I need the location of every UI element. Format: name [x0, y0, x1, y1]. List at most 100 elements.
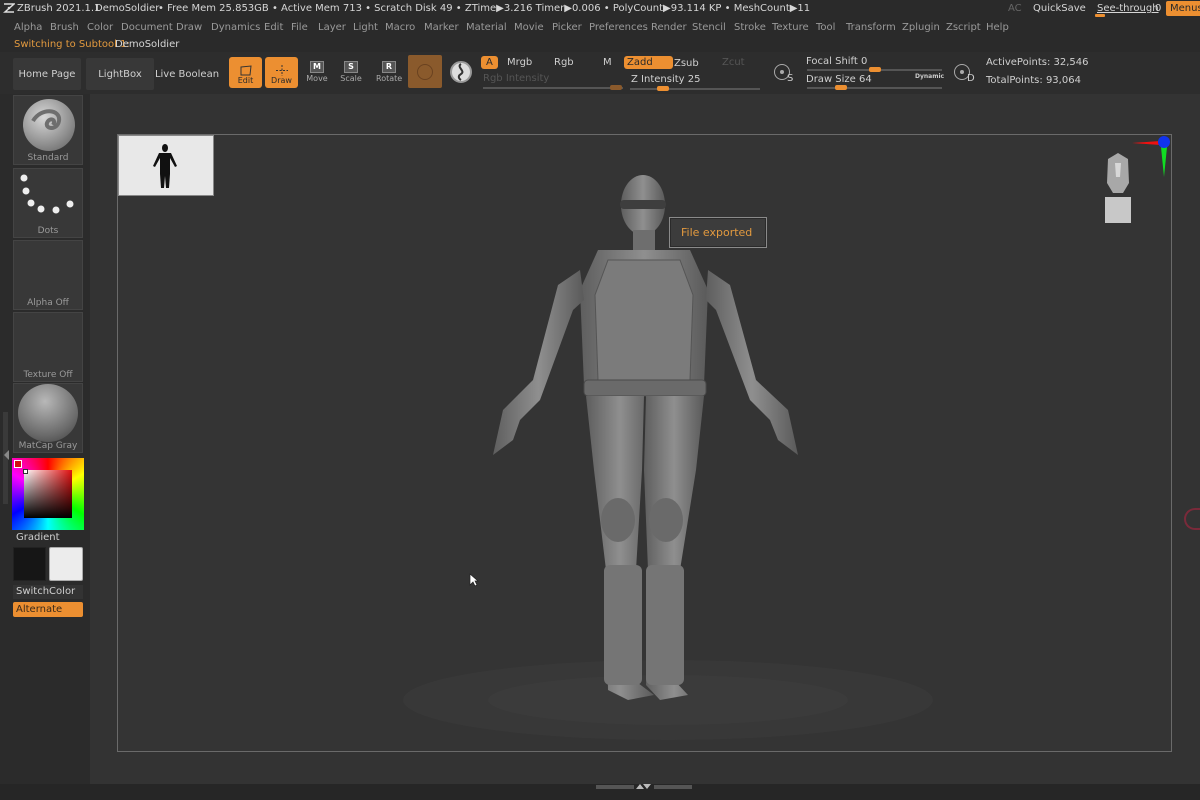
- brush-selector[interactable]: Standard: [13, 95, 83, 165]
- d-key-label: D: [967, 73, 975, 84]
- color-picker-cursor[interactable]: [23, 469, 28, 474]
- menu-color[interactable]: Color: [87, 22, 113, 33]
- zcut-toggle[interactable]: Zcut: [722, 57, 745, 68]
- draw-label: Draw: [271, 76, 292, 85]
- draw-size-slider[interactable]: [807, 85, 942, 91]
- menu-picker[interactable]: Picker: [552, 22, 582, 33]
- gradient-label[interactable]: Gradient: [16, 532, 60, 543]
- bottom-tray: [0, 784, 1200, 800]
- navigation-thumbnail[interactable]: [118, 135, 214, 196]
- home-page-button[interactable]: Home Page: [13, 58, 81, 90]
- menu-render[interactable]: Render: [651, 22, 687, 33]
- menu-file[interactable]: File: [291, 22, 308, 33]
- rotate-button[interactable]: R Rotate: [376, 61, 402, 83]
- z-intensity-knob[interactable]: [656, 86, 669, 91]
- see-through-slider[interactable]: See-through 0: [1093, 0, 1165, 17]
- menus-button[interactable]: Menus: [1166, 1, 1200, 16]
- dynamic-toggle[interactable]: Dynamic: [915, 73, 944, 80]
- draw-icon: [275, 65, 288, 76]
- focal-shift-text: Focal Shift: [806, 56, 858, 67]
- secondary-color-swatch[interactable]: [49, 547, 83, 581]
- scale-button[interactable]: S Scale: [339, 61, 363, 83]
- menu-light[interactable]: Light: [353, 22, 378, 33]
- menu-document[interactable]: Document: [121, 22, 173, 33]
- lazy-mouse-d-button[interactable]: D: [954, 60, 976, 86]
- menu-stencil[interactable]: Stencil: [692, 22, 726, 33]
- menu-movie[interactable]: Movie: [514, 22, 544, 33]
- document-canvas[interactable]: File exported: [117, 134, 1172, 752]
- menu-stroke[interactable]: Stroke: [734, 22, 766, 33]
- tray-expand-down-icon[interactable]: [643, 784, 651, 789]
- menu-tool[interactable]: Tool: [816, 22, 835, 33]
- zbrush-logo-icon: [3, 3, 15, 13]
- standard-brush-icon: [23, 99, 75, 151]
- menu-material[interactable]: Material: [466, 22, 507, 33]
- edit-button[interactable]: Edit: [229, 57, 262, 88]
- color-saturation-square[interactable]: [24, 470, 72, 518]
- rgb-intensity-knob[interactable]: [610, 85, 622, 90]
- main-color-swatch[interactable]: [13, 547, 46, 581]
- move-label: Move: [306, 74, 328, 83]
- quicksave-button[interactable]: QuickSave: [1033, 3, 1086, 14]
- material-selector[interactable]: MatCap Gray: [13, 383, 83, 453]
- stroke-selector[interactable]: Dots: [13, 168, 83, 238]
- draw-size-knob[interactable]: [834, 85, 847, 90]
- menu-brush[interactable]: Brush: [50, 22, 79, 33]
- menu-texture[interactable]: Texture: [772, 22, 809, 33]
- m-toggle[interactable]: M: [603, 57, 612, 68]
- axis-gizmo-icon[interactable]: [1130, 135, 1172, 177]
- menu-transform[interactable]: Transform: [846, 22, 896, 33]
- ac-indicator: AC: [1008, 3, 1022, 14]
- draw-button[interactable]: Draw: [265, 57, 298, 88]
- bottom-tray-handle-right[interactable]: [654, 785, 692, 789]
- move-button[interactable]: M Move: [305, 61, 329, 83]
- menu-zscript[interactable]: Zscript: [946, 22, 981, 33]
- lightbox-button[interactable]: LightBox: [86, 58, 154, 90]
- total-points: TotalPoints: 93,064: [986, 75, 1081, 86]
- rgb-toggle[interactable]: Rgb: [554, 57, 574, 68]
- menu-draw[interactable]: Draw: [176, 22, 202, 33]
- menu-marker[interactable]: Marker: [424, 22, 459, 33]
- rgb-intensity-track: [483, 87, 623, 89]
- color-picker[interactable]: [12, 458, 84, 530]
- see-through-knob[interactable]: [1095, 14, 1105, 17]
- switch-color-button[interactable]: SwitchColor: [13, 585, 83, 599]
- material-button[interactable]: [408, 55, 442, 88]
- document-name: DemoSoldier: [95, 3, 160, 14]
- dots-stroke-icon: [20, 174, 74, 214]
- rgb-intensity-label: Rgb Intensity: [483, 73, 550, 84]
- menu-dynamics[interactable]: Dynamics: [211, 22, 260, 33]
- system-stats: • Free Mem 25.853GB • Active Mem 713 • S…: [158, 3, 811, 14]
- menu-macro[interactable]: Macro: [385, 22, 415, 33]
- spiral-icon: [457, 63, 464, 81]
- zadd-toggle[interactable]: Zadd: [624, 56, 673, 69]
- menu-layer[interactable]: Layer: [318, 22, 346, 33]
- alpha-label: Alpha Off: [27, 298, 69, 308]
- focal-shift-knob[interactable]: [868, 67, 881, 72]
- menu-preferences[interactable]: Preferences: [589, 22, 648, 33]
- figure-silhouette-icon: [153, 144, 177, 188]
- a-toggle[interactable]: A: [481, 56, 498, 69]
- lazy-mouse-s-button[interactable]: S: [774, 60, 796, 86]
- demo-soldier-model[interactable]: [458, 170, 818, 710]
- menu-zplugin[interactable]: Zplugin: [902, 22, 940, 33]
- alternate-button[interactable]: Alternate: [13, 602, 83, 617]
- live-boolean-button[interactable]: Live Boolean: [154, 58, 220, 90]
- texture-label: Texture Off: [23, 370, 73, 380]
- color-sphere-button[interactable]: [450, 61, 472, 83]
- menu-help[interactable]: Help: [986, 22, 1009, 33]
- status-line: Switching to Subtool 1: DemoSoldier: [0, 38, 1200, 52]
- target-center-icon: [780, 70, 784, 74]
- scale-icon: S: [344, 61, 358, 73]
- menu-alpha[interactable]: Alpha: [14, 22, 42, 33]
- menu-edit[interactable]: Edit: [264, 22, 283, 33]
- tray-collapse-icon[interactable]: [4, 450, 9, 460]
- bottom-tray-handle-left[interactable]: [596, 785, 634, 789]
- zsub-toggle[interactable]: Zsub: [674, 58, 699, 69]
- alpha-selector[interactable]: Alpha Off: [13, 240, 83, 310]
- texture-selector[interactable]: Texture Off: [13, 312, 83, 382]
- mrgb-toggle[interactable]: Mrgb: [507, 57, 532, 68]
- rgb-intensity-slider[interactable]: [483, 85, 623, 91]
- right-tray-handle-icon[interactable]: [1184, 508, 1200, 530]
- z-intensity-slider[interactable]: [630, 86, 760, 92]
